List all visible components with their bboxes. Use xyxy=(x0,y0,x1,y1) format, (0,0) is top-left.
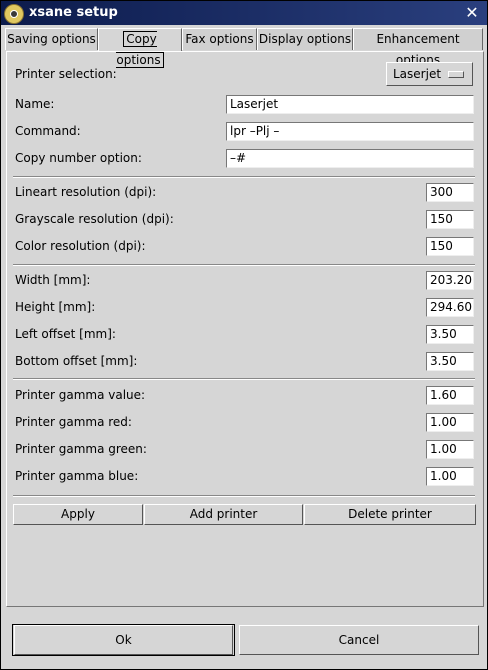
printer-gamma-blue-field[interactable]: 1.00 xyxy=(426,467,474,486)
tab-label: Display options xyxy=(258,32,352,46)
printer-gamma-value-field[interactable]: 1.60 xyxy=(426,386,474,405)
ok-button[interactable]: Ok xyxy=(14,625,233,655)
printer-gamma-red-field[interactable]: 1.00 xyxy=(426,413,474,432)
color-resolution-field[interactable]: 150 xyxy=(426,237,474,256)
command-label: Command: xyxy=(15,124,81,138)
copy-number-option-field[interactable]: –# xyxy=(226,149,474,168)
apply-button[interactable]: Apply xyxy=(13,504,143,525)
title-bar[interactable]: xsane setup ✕ xyxy=(1,1,487,25)
printer-gamma-value-label: Printer gamma value: xyxy=(15,388,146,402)
tab-copy-options[interactable]: Copy options xyxy=(98,28,182,68)
separator xyxy=(13,264,475,266)
separator xyxy=(13,176,475,178)
close-icon[interactable]: ✕ xyxy=(463,4,481,22)
printer-selection-value: Laserjet xyxy=(393,67,442,81)
xsane-app-icon xyxy=(4,4,24,24)
command-field[interactable]: lpr –Plj – xyxy=(226,122,474,141)
printer-gamma-green-field[interactable]: 1.00 xyxy=(426,440,474,459)
delete-printer-button[interactable]: Delete printer xyxy=(304,504,476,525)
tab-fax-options[interactable]: Fax options xyxy=(182,28,257,50)
tab-label: Fax options xyxy=(185,32,254,46)
name-label: Name: xyxy=(15,97,55,111)
lineart-resolution-label: Lineart resolution (dpi): xyxy=(15,185,157,199)
lineart-resolution-field[interactable]: 300 xyxy=(426,183,474,202)
printer-gamma-blue-label: Printer gamma blue: xyxy=(15,469,139,483)
printer-selection-menu[interactable]: Laserjet xyxy=(386,62,473,86)
tab-display-options[interactable]: Display options xyxy=(257,28,353,50)
cancel-button[interactable]: Cancel xyxy=(239,625,479,655)
tab-label: Saving options xyxy=(7,32,96,46)
window-title: xsane setup xyxy=(29,5,118,20)
tab-enhancement-options[interactable]: Enhancement options xyxy=(353,28,483,67)
height-field[interactable]: 294.60 xyxy=(426,298,474,317)
width-field[interactable]: 203.20 xyxy=(426,271,474,290)
height-label: Height [mm]: xyxy=(15,300,96,314)
left-offset-field[interactable]: 3.50 xyxy=(426,325,474,344)
bottom-offset-field[interactable]: 3.50 xyxy=(426,352,474,371)
printer-selection-label: Printer selection: xyxy=(15,67,117,81)
name-field[interactable]: Laserjet xyxy=(226,95,474,114)
add-printer-button[interactable]: Add printer xyxy=(144,504,303,525)
copy-number-option-label: Copy number option: xyxy=(15,151,142,165)
option-menu-indicator-icon xyxy=(448,71,464,78)
tab-saving-options[interactable]: Saving options xyxy=(5,28,98,50)
grayscale-resolution-label: Grayscale resolution (dpi): xyxy=(15,212,174,226)
xsane-setup-window: xsane setup ✕ Saving options Copy option… xyxy=(0,0,488,670)
bottom-offset-label: Bottom offset [mm]: xyxy=(15,354,138,368)
printer-gamma-green-label: Printer gamma green: xyxy=(15,442,147,456)
printer-gamma-red-label: Printer gamma red: xyxy=(15,415,132,429)
separator xyxy=(13,495,475,497)
left-offset-label: Left offset [mm]: xyxy=(15,327,116,341)
grayscale-resolution-field[interactable]: 150 xyxy=(426,210,474,229)
separator xyxy=(13,378,475,380)
width-label: Width [mm]: xyxy=(15,273,91,287)
color-resolution-label: Color resolution (dpi): xyxy=(15,239,146,253)
